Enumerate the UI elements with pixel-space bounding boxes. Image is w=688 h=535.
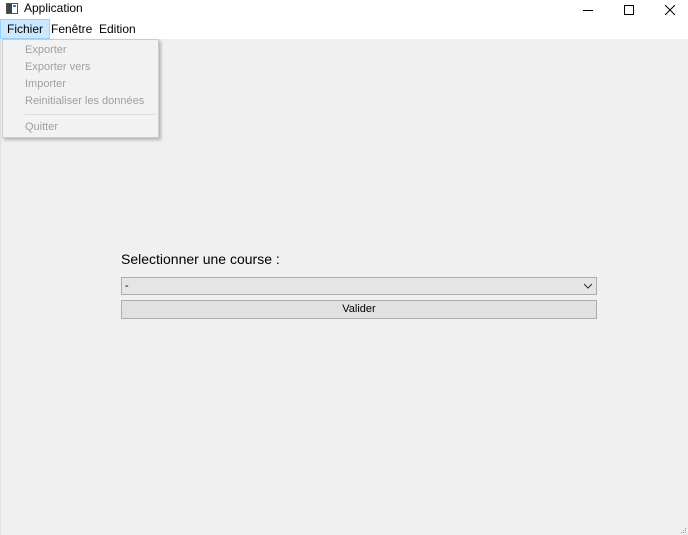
menu-separator xyxy=(25,114,155,115)
close-button[interactable] xyxy=(650,0,688,19)
close-icon xyxy=(665,4,675,15)
validate-button[interactable]: Valider xyxy=(121,300,597,319)
window-title: Application xyxy=(24,1,83,15)
menu-fenetre[interactable]: Fenêtre xyxy=(45,19,98,39)
menu-item-importer[interactable]: Importer xyxy=(25,76,66,93)
window-icon xyxy=(6,3,18,14)
select-course-label: Selectionner une course : xyxy=(121,251,280,267)
title-bar: Application xyxy=(0,0,688,19)
menu-item-quitter[interactable]: Quitter xyxy=(25,119,58,136)
resize-grip-icon[interactable] xyxy=(681,528,687,534)
fichier-dropdown-menu: Exporter Exporter vers Importer Reinitia… xyxy=(2,39,159,138)
menu-item-exporter[interactable]: Exporter xyxy=(25,42,67,59)
menu-bar: Fichier Fenêtre Edition xyxy=(0,19,688,39)
chevron-down-icon xyxy=(583,283,593,289)
menu-edition[interactable]: Edition xyxy=(93,19,142,39)
minimize-button[interactable] xyxy=(568,0,608,19)
menu-item-reinitialiser[interactable]: Reinitialiser les données xyxy=(25,93,144,110)
maximize-icon xyxy=(624,4,634,15)
minimize-icon xyxy=(583,9,593,11)
course-combobox[interactable]: - xyxy=(121,277,597,295)
course-combobox-value: - xyxy=(125,280,129,292)
maximize-button[interactable] xyxy=(609,0,649,19)
menu-item-exporter-vers[interactable]: Exporter vers xyxy=(25,59,90,76)
menu-fichier[interactable]: Fichier xyxy=(0,19,51,39)
